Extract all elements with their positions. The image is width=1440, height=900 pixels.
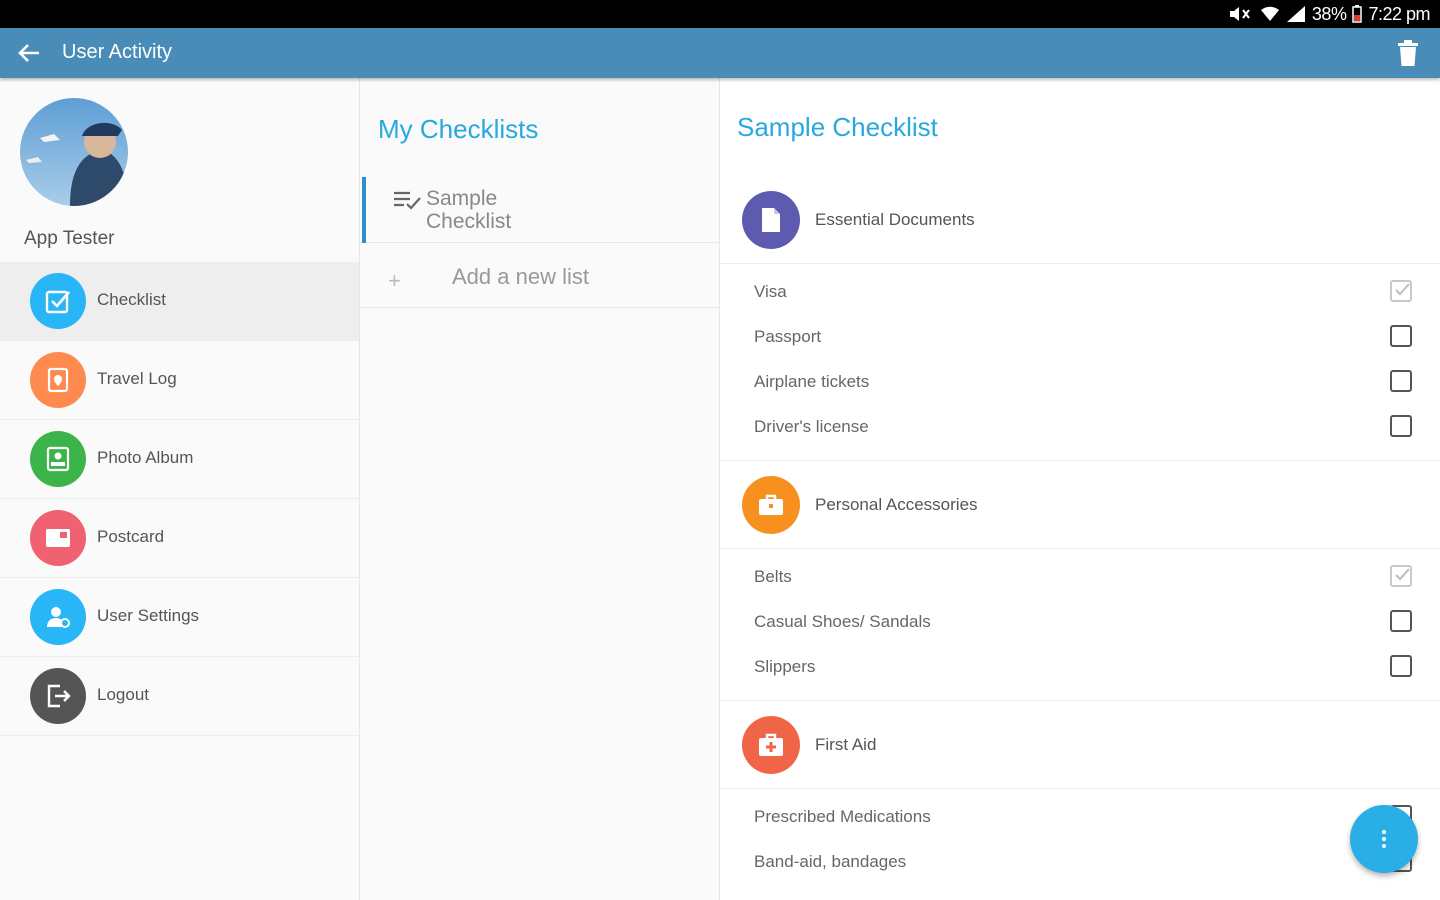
battery-icon [1352,5,1363,23]
nav-item-label: Postcard [97,527,165,546]
checklist-item: Airplane tickets [720,360,1440,405]
nav-item-user-settings[interactable]: User Settings [0,578,359,657]
category-label: Personal Accessories [815,495,978,514]
category-personal-accessories[interactable]: Personal Accessories [720,463,1440,549]
checklist-icon [30,273,86,329]
checklist-item: Slippers [720,645,1440,690]
item-checkbox[interactable] [1390,280,1412,302]
item-label: Visa [754,282,787,301]
battery-percent: 38% [1311,3,1347,24]
item-label: Casual Shoes/ Sandals [754,612,931,631]
playlist-check-icon [392,189,422,218]
checklist-item: Casual Shoes/ Sandals [720,600,1440,645]
item-label: Passport [754,327,822,346]
checklist-item: Band-aid, bandages [720,840,1440,885]
delete-button[interactable] [1394,38,1422,68]
navigation-drawer: App Tester Checklist Travel Log Photo Al… [0,78,360,900]
nav-item-label: User Settings [97,606,200,625]
category-label: First Aid [815,735,877,754]
mute-icon [1228,5,1254,23]
category-first-aid[interactable]: First Aid [720,703,1440,789]
photo-icon [30,431,86,487]
add-list-label: Add a new list [452,264,589,289]
trash-icon [1398,40,1418,66]
item-label: Airplane tickets [754,372,870,391]
nav-item-photo-album[interactable]: Photo Album [0,420,359,499]
nav-item-label: Photo Album [97,448,194,467]
checklist-title: Sample Checklist [737,112,938,142]
nav-item-label: Logout [97,685,149,704]
status-icons: 38% 7:22 pm [1228,3,1430,25]
category-label: Essential Documents [815,210,975,229]
user-name: App Tester [24,228,115,249]
checklist-item: Passport [720,315,1440,360]
logout-icon [30,668,86,724]
item-label: Slippers [754,657,816,676]
travel-log-icon [30,352,86,408]
nav-item-label: Checklist [97,290,166,309]
clock: 7:22 pm [1368,3,1430,24]
status-bar: 38% 7:22 pm [0,0,1440,28]
item-checkbox[interactable] [1390,415,1412,437]
checklist-item: Belts [720,555,1440,600]
avatar[interactable] [20,98,128,206]
item-checkbox[interactable] [1390,565,1412,587]
item-label: Belts [754,567,792,586]
item-checkbox[interactable] [1390,610,1412,632]
checklists-panel-title: My Checklists [378,114,539,144]
selected-indicator [362,177,366,243]
document-icon [742,191,800,249]
nav-list: Checklist Travel Log Photo Album Postcar… [0,262,359,736]
item-checkbox[interactable] [1390,325,1412,347]
checklist-detail: Sample Checklist Essential Documents Vis… [720,78,1440,900]
item-checkbox[interactable] [1390,655,1412,677]
nav-item-label: Travel Log [97,369,177,388]
divider [720,700,1440,701]
checklist-item: Prescribed Medications [720,795,1440,840]
item-label: Prescribed Medications [754,807,931,826]
postcard-icon [30,510,86,566]
checklists-panel: My Checklists Sample Checklist + Add a n… [360,78,720,900]
checklist-entry-label: Sample Checklist [426,187,512,233]
user-settings-icon [30,589,86,645]
nav-item-travel-log[interactable]: Travel Log [0,341,359,420]
checklist-entry[interactable]: Sample Checklist [360,177,719,243]
more-vert-icon [1382,830,1386,848]
more-options-fab[interactable] [1350,805,1418,873]
arrow-back-icon [18,44,39,62]
nav-item-logout[interactable]: Logout [0,657,359,736]
nav-item-checklist[interactable]: Checklist [0,262,359,341]
item-label: Band-aid, bandages [754,852,907,871]
briefcase-icon [742,476,800,534]
category-essential-documents[interactable]: Essential Documents [720,178,1440,264]
add-list-button[interactable]: + Add a new list [360,244,719,308]
nav-item-postcard[interactable]: Postcard [0,499,359,578]
divider [720,460,1440,461]
app-bar: User Activity [0,28,1440,78]
wifi-icon [1260,5,1280,23]
first-aid-icon [742,716,800,774]
checklist-item: Visa [720,270,1440,315]
item-label: Driver's license [754,417,869,436]
plus-icon: + [388,268,401,293]
item-checkbox[interactable] [1390,370,1412,392]
back-button[interactable] [14,39,44,67]
signal-icon [1286,5,1306,23]
checklist-item: Driver's license [720,405,1440,450]
app-bar-title: User Activity [62,41,173,63]
